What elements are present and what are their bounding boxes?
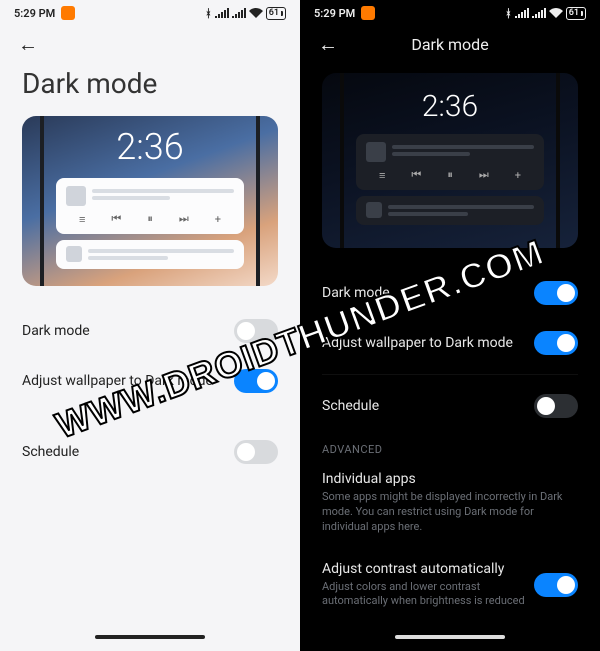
- screen-dark: 5:29 PM ᚼ 61 ← Dark mode 2:36 ≡ ⏮ ⏸ ⏭: [300, 0, 600, 651]
- battery-icon: 61: [266, 7, 286, 20]
- status-app-indicator: [361, 6, 375, 20]
- nav-bar[interactable]: [0, 635, 300, 651]
- status-bar: 5:29 PM ᚼ 61: [300, 0, 600, 22]
- row-label: Adjust wallpaper to Dark mode: [22, 373, 234, 389]
- signal-icon: [232, 8, 246, 18]
- nav-bar[interactable]: [300, 635, 600, 651]
- row-schedule[interactable]: Schedule: [300, 381, 600, 431]
- signal-icon: [215, 8, 229, 18]
- row-subtext: Adjust colors and lower contrast automat…: [322, 580, 534, 610]
- toggle-schedule[interactable]: [234, 440, 278, 464]
- preview-phone-frame: [340, 73, 560, 248]
- section-label-advanced: ADVANCED: [300, 431, 600, 458]
- row-subtext: Some apps might be displayed incorrectly…: [322, 490, 578, 535]
- toggle-adjust-contrast[interactable]: [534, 573, 578, 597]
- divider: [22, 420, 278, 421]
- row-individual-apps[interactable]: Individual apps Some apps might be displ…: [300, 458, 600, 548]
- row-label: Adjust contrast automatically: [322, 561, 534, 577]
- header: ←: [0, 22, 300, 67]
- screen-light: 5:29 PM ᚼ 61 ← Dark mode 2:36 ≡ ⏮ ⏸ ⏭: [0, 0, 300, 651]
- status-time: 5:29 PM: [14, 7, 55, 20]
- row-label: Individual apps: [322, 471, 416, 487]
- toggle-dark-mode[interactable]: [534, 281, 578, 305]
- row-adjust-wallpaper[interactable]: Adjust wallpaper to Dark mode: [300, 318, 600, 368]
- status-time: 5:29 PM: [314, 7, 355, 20]
- battery-icon: 61: [566, 7, 586, 20]
- toggle-dark-mode[interactable]: [234, 319, 278, 343]
- row-schedule[interactable]: Schedule: [0, 427, 300, 477]
- divider: [322, 374, 578, 375]
- header-title: Dark mode: [411, 35, 488, 54]
- status-app-indicator: [61, 6, 75, 20]
- row-dark-mode[interactable]: Dark mode: [300, 268, 600, 318]
- row-adjust-contrast[interactable]: Adjust contrast automatically Adjust col…: [300, 548, 600, 623]
- wifi-icon: [249, 8, 263, 18]
- back-icon[interactable]: ←: [318, 32, 338, 57]
- signal-icon: [532, 8, 546, 18]
- toggle-adjust-wallpaper[interactable]: [534, 331, 578, 355]
- wifi-icon: [549, 8, 563, 18]
- toggle-schedule[interactable]: [534, 394, 578, 418]
- row-label: Schedule: [22, 444, 234, 460]
- preview-card: 2:36 ≡ ⏮ ⏸ ⏭ +: [22, 116, 278, 286]
- status-icons: ᚼ 61: [505, 7, 586, 20]
- preview-phone-frame: [40, 116, 260, 286]
- signal-icon: [515, 8, 529, 18]
- row-dark-mode[interactable]: Dark mode: [0, 306, 300, 356]
- row-label: Dark mode: [22, 323, 234, 339]
- row-label: Adjust wallpaper to Dark mode: [322, 335, 534, 351]
- row-adjust-wallpaper[interactable]: Adjust wallpaper to Dark mode: [0, 356, 300, 406]
- back-icon[interactable]: ←: [18, 32, 38, 57]
- row-label: Schedule: [322, 398, 534, 414]
- toggle-adjust-wallpaper[interactable]: [234, 369, 278, 393]
- preview-card: 2:36 ≡ ⏮ ⏸ ⏭ +: [322, 73, 578, 248]
- row-label: Dark mode: [322, 285, 534, 301]
- bluetooth-icon: ᚼ: [505, 7, 512, 20]
- header: ← Dark mode: [300, 22, 600, 67]
- page-title: Dark mode: [0, 67, 300, 116]
- bluetooth-icon: ᚼ: [205, 7, 212, 20]
- status-bar: 5:29 PM ᚼ 61: [0, 0, 300, 22]
- status-icons: ᚼ 61: [205, 7, 286, 20]
